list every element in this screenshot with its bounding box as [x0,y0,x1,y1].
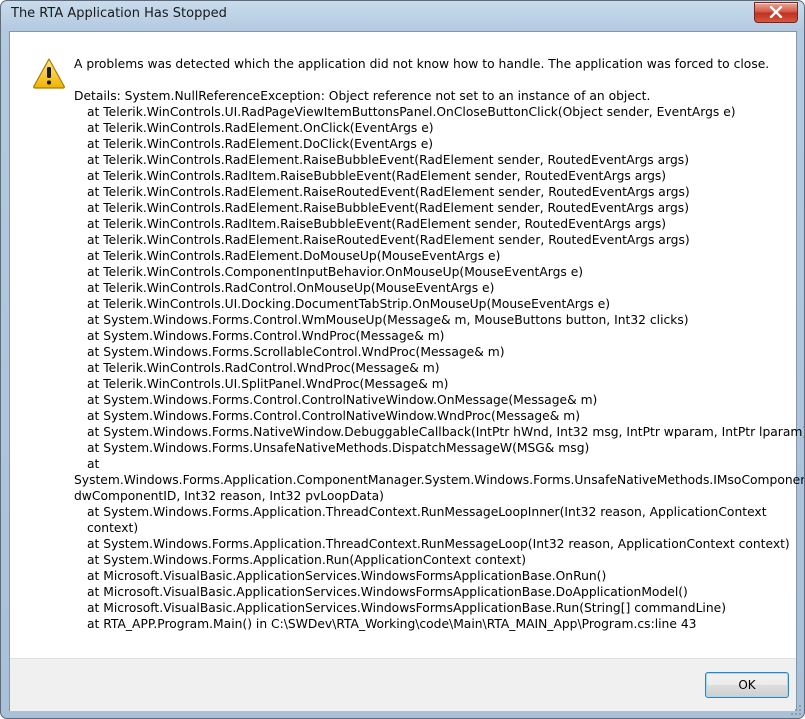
stack-frame: at Telerik.WinControls.RadElement.DoClic… [87,137,434,151]
stack-frame: at Telerik.WinControls.ComponentInputBeh… [87,265,584,279]
error-dialog-window: The RTA Application Has Stopped A proble… [0,0,805,719]
stack-frame-wrapped: at System.Windows.Forms.Application.Thre… [87,505,767,535]
stack-frame: at Telerik.WinControls.UI.Docking.Docume… [87,297,611,311]
stack-frame: at System.Windows.Forms.Control.WmMouseU… [87,313,689,327]
stack-frame: at Telerik.WinControls.RadControl.WndPro… [87,361,440,375]
stack-frame: at System.Windows.Forms.Application.Run(… [87,553,527,567]
stack-frame: at Telerik.WinControls.RadElement.RaiseB… [87,201,690,215]
dialog-content: A problems was detected which the applic… [9,31,805,711]
stack-frame: at System.Windows.Forms.Control.ControlN… [87,409,581,423]
stack-frame: at Telerik.WinControls.RadElement.RaiseB… [87,153,690,167]
stack-frame: at Telerik.WinControls.UI.SplitPanel.Wnd… [87,377,449,391]
window-title: The RTA Application Has Stopped [11,6,227,21]
button-bar: OK [10,658,796,711]
details-header: Details: System.NullReferenceException: … [74,89,651,103]
resize-grip-icon[interactable] [790,704,802,716]
stack-frame: at System.Windows.Forms.Control.WndProc(… [87,329,445,343]
stack-frame: at System.Windows.Forms.Control.ControlN… [87,393,598,407]
stack-frame: at Microsoft.VisualBasic.ApplicationServ… [87,585,688,599]
stack-trace: at Telerik.WinControls.UI.RadPageViewIte… [74,104,805,472]
stack-frame: at Telerik.WinControls.RadControl.OnMous… [87,281,495,295]
ok-button[interactable]: OK [705,672,789,698]
stack-frame: at Microsoft.VisualBasic.ApplicationServ… [87,569,607,583]
stack-trace-tail: at System.Windows.Forms.Application.Thre… [74,536,790,632]
warning-icon [33,58,65,89]
stack-frame: at Telerik.WinControls.RadElement.DoMous… [87,249,501,263]
close-icon [769,6,783,18]
stack-frame: at Telerik.WinControls.RadElement.OnClic… [87,121,434,135]
stack-frame: at Telerik.WinControls.RadElement.RaiseR… [87,233,690,247]
stack-frame: at RTA_APP.Program.Main() in C:\SWDev\RT… [87,617,697,631]
stack-frame: at Telerik.WinControls.RadElement.RaiseR… [87,185,690,199]
stack-frame: at Telerik.WinControls.RadItem.RaiseBubb… [87,169,667,183]
error-details: Details: System.NullReferenceException: … [74,88,805,632]
stack-frame: at Telerik.WinControls.UI.RadPageViewIte… [87,105,736,119]
stack-frame: at System.Windows.Forms.NativeWindow.Deb… [87,425,805,439]
stack-frame: at System.Windows.Forms.UnsafeNativeMeth… [87,441,590,455]
stack-frame: at Microsoft.VisualBasic.ApplicationServ… [87,601,726,615]
stack-frame: at System.Windows.Forms.ScrollableContro… [87,345,505,359]
stack-frame-wrapped: System.Windows.Forms.Application.Compone… [74,473,804,503]
error-summary-text: A problems was detected which the applic… [74,57,770,71]
close-button[interactable] [754,2,798,23]
stack-frame: at [87,457,100,471]
stack-frame: at System.Windows.Forms.Application.Thre… [87,537,790,551]
stack-frame: at Telerik.WinControls.RadItem.RaiseBubb… [87,217,667,231]
title-bar[interactable]: The RTA Application Has Stopped [1,1,804,31]
